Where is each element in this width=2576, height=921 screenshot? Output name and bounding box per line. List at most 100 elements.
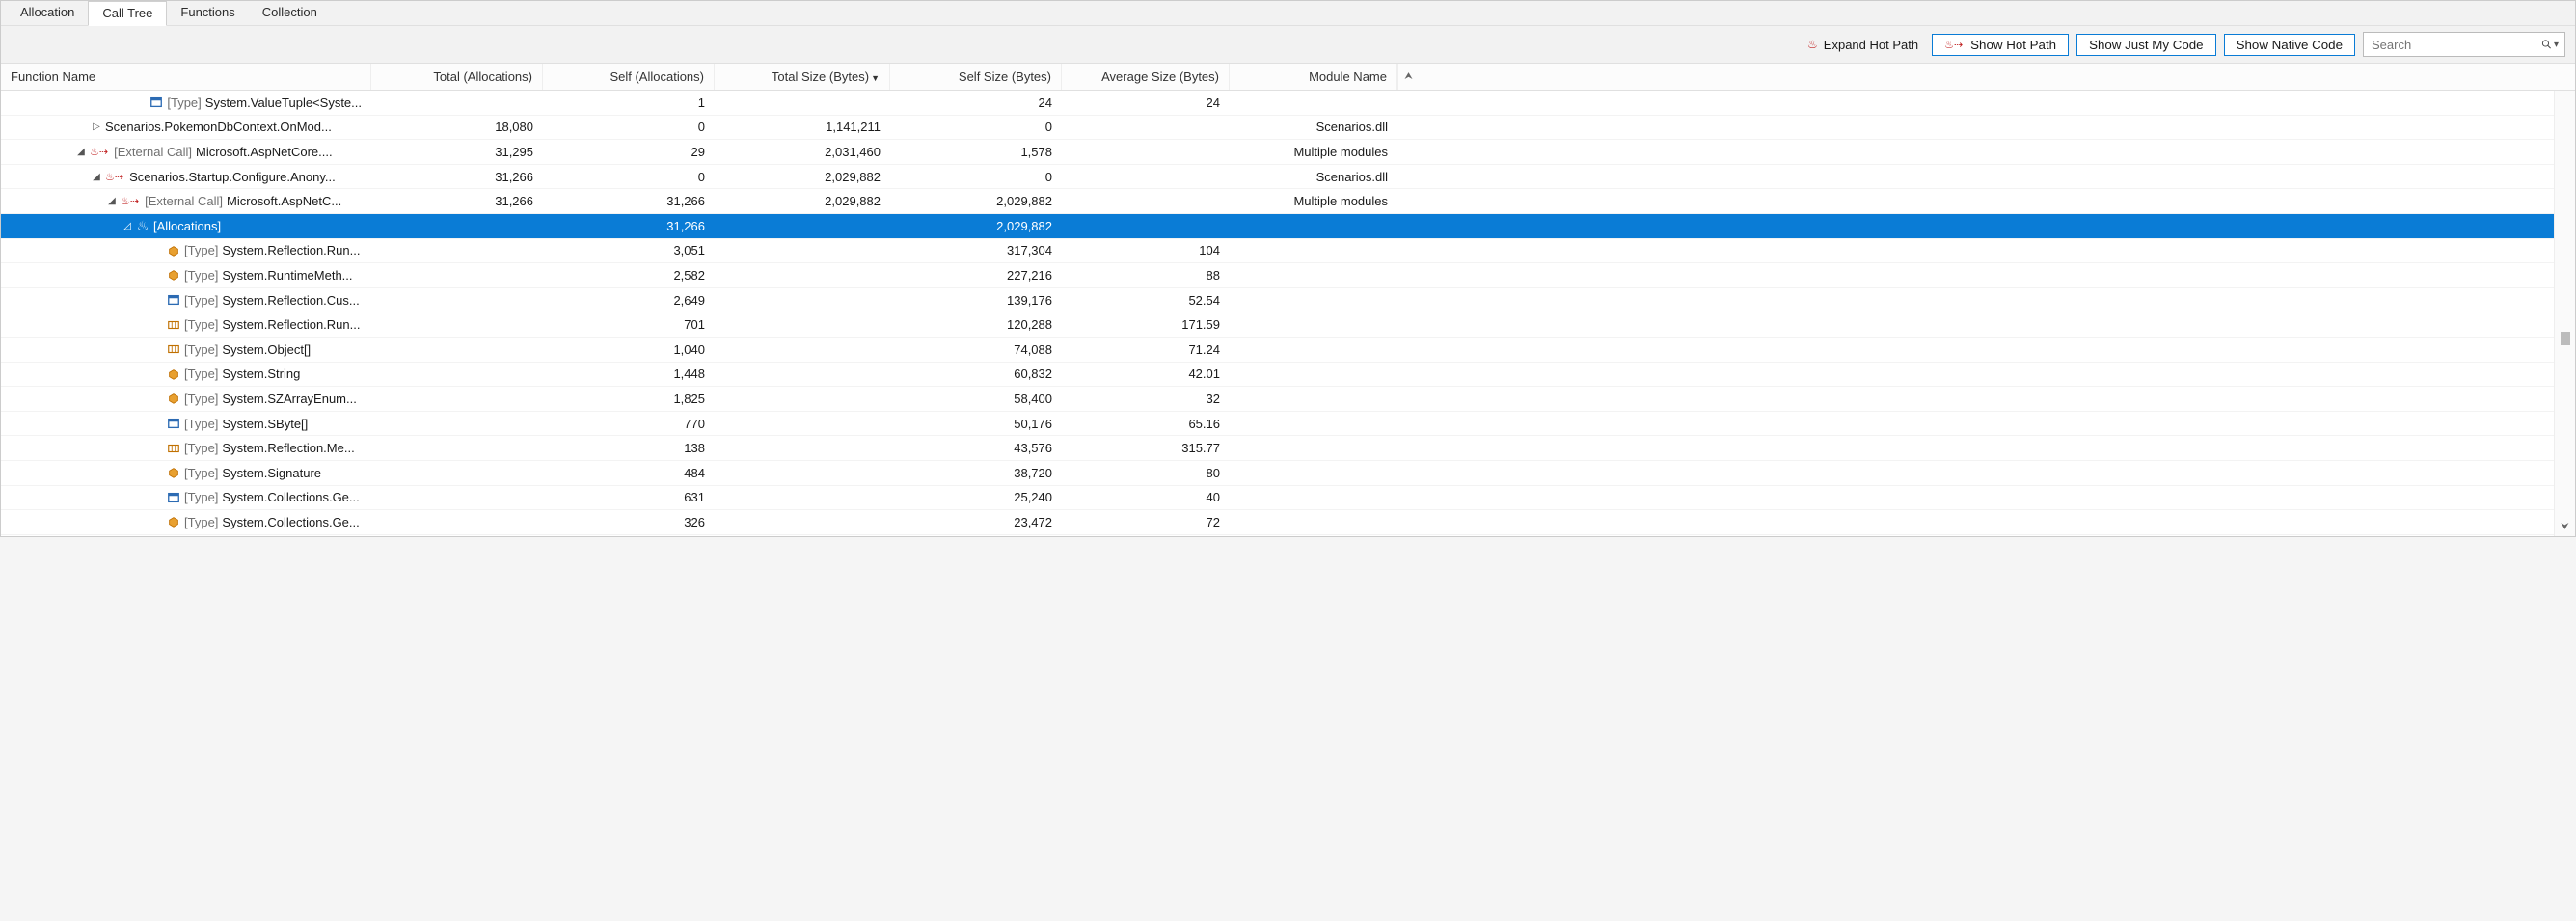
table-row[interactable]: ◢♨⇢Scenarios.Startup.Configure.Anony...3…: [1, 165, 2554, 190]
tab-call-tree[interactable]: Call Tree: [88, 1, 167, 26]
tab-allocation[interactable]: Allocation: [7, 1, 88, 25]
cell-total-size-bytes: 1,141,211: [715, 120, 890, 134]
struct-icon: [149, 95, 163, 109]
name-prefix: [External Call]: [145, 194, 223, 208]
cell-self-size-bytes: 43,576: [890, 441, 1062, 455]
table-row[interactable]: [Type] System.Reflection.Me...13843,5763…: [1, 436, 2554, 461]
cell-self-size-bytes: 1,578: [890, 145, 1062, 159]
table-row[interactable]: [Type] System.Collections.Ge...63125,240…: [1, 486, 2554, 511]
table-row[interactable]: ◢♨⇢[External Call] Microsoft.AspNetC...3…: [1, 189, 2554, 214]
table-row[interactable]: [Type] System.Reflection.Run...701120,28…: [1, 312, 2554, 338]
cell-self-size-bytes: 227,216: [890, 268, 1062, 283]
tree-expander[interactable]: ◢: [76, 147, 86, 157]
cell-self-size-bytes: 0: [890, 120, 1062, 134]
scroll-down-button[interactable]: ⮟: [2555, 517, 2575, 536]
name-prefix: [Type]: [184, 490, 218, 504]
cell-total-allocations: 18,080: [371, 120, 543, 134]
class-icon: [167, 515, 180, 528]
show-hot-path-button[interactable]: ♨⇢ Show Hot Path: [1932, 34, 2069, 56]
array-icon: [167, 318, 180, 332]
function-name-text: System.Signature: [222, 466, 321, 480]
table-row[interactable]: [Type] System.Collections.Ge...32623,472…: [1, 510, 2554, 535]
hot-path-icon: ♨⇢: [90, 146, 108, 158]
cell-self-size-bytes: 23,472: [890, 515, 1062, 529]
tab-functions[interactable]: Functions: [167, 1, 248, 25]
cell-function-name: [Type] System.SZArrayEnum...: [1, 392, 371, 406]
function-name-text: System.SZArrayEnum...: [222, 392, 356, 406]
rows-container: [Type] System.ValueTuple<Syste...12424▷S…: [1, 91, 2554, 536]
cell-average-size-bytes: 32: [1062, 392, 1230, 406]
cell-module-name: Multiple modules: [1230, 145, 1397, 159]
table-row[interactable]: [Type] System.SZArrayEnum...1,82558,4003…: [1, 387, 2554, 412]
cell-self-allocations: 1: [543, 95, 715, 110]
search-box[interactable]: ▾: [2363, 32, 2565, 57]
cell-function-name: [Type] System.Object[]: [1, 342, 371, 357]
cell-total-allocations: 31,266: [371, 170, 543, 184]
col-module-name[interactable]: Module Name: [1230, 64, 1397, 90]
cell-module-name: Scenarios.dll: [1230, 120, 1397, 134]
flame-icon: ♨: [136, 219, 149, 232]
table-row[interactable]: [Type] System.String1,44860,83242.01: [1, 363, 2554, 388]
chevron-down-icon[interactable]: ▾: [2554, 40, 2559, 50]
vertical-scrollbar[interactable]: ⮟: [2554, 91, 2575, 536]
name-prefix: [Type]: [184, 392, 218, 406]
scroll-up-header[interactable]: ⮝: [1397, 64, 1419, 90]
tree-expander[interactable]: ◢: [92, 172, 101, 182]
show-native-code-button[interactable]: Show Native Code: [2224, 34, 2355, 56]
cell-self-allocations: 1,448: [543, 366, 715, 381]
col-self-allocations[interactable]: Self (Allocations): [543, 64, 715, 90]
function-name-text: System.Object[]: [222, 342, 311, 357]
cell-self-size-bytes: 2,029,882: [890, 219, 1062, 233]
cell-total-allocations: 31,266: [371, 194, 543, 208]
cell-function-name: ◢♨⇢Scenarios.Startup.Configure.Anony...: [1, 170, 371, 184]
cell-self-size-bytes: 0: [890, 170, 1062, 184]
table-row[interactable]: ◿♨[Allocations]31,2662,029,882: [1, 214, 2554, 239]
col-total-size-bytes[interactable]: Total Size (Bytes)▼: [715, 64, 890, 90]
cell-self-allocations: 1,040: [543, 342, 715, 357]
cell-function-name: [Type] System.Collections.Ge...: [1, 490, 371, 504]
table-row[interactable]: [Type] System.ValueTuple<Syste...12424: [1, 91, 2554, 116]
class-icon: [167, 466, 180, 479]
function-name-text: System.ValueTuple<Syste...: [205, 95, 362, 110]
cell-average-size-bytes: 40: [1062, 490, 1230, 504]
cell-self-allocations: 31,266: [543, 194, 715, 208]
table-row[interactable]: [Type] System.Object[] 1,040 74,08871.24: [1, 338, 2554, 363]
table-row[interactable]: [Type] System.RuntimeMeth...2,582227,216…: [1, 263, 2554, 288]
cell-self-size-bytes: 74,088: [890, 342, 1062, 357]
col-total-size-bytes-label: Total Size (Bytes): [772, 69, 869, 84]
class-icon: [167, 244, 180, 257]
cell-average-size-bytes: 42.01: [1062, 366, 1230, 381]
function-name-text: Scenarios.PokemonDbContext.OnMod...: [105, 120, 332, 134]
function-name-text: [Allocations]: [153, 219, 221, 233]
sort-descending-icon: ▼: [871, 73, 880, 83]
scroll-thumb[interactable]: [2561, 332, 2570, 345]
show-just-my-code-button[interactable]: Show Just My Code: [2076, 34, 2216, 56]
cell-average-size-bytes: 71.24: [1062, 342, 1230, 357]
cell-self-allocations: 138: [543, 441, 715, 455]
col-average-size-bytes[interactable]: Average Size (Bytes): [1062, 64, 1230, 90]
tree-expander[interactable]: ▷: [92, 122, 101, 132]
expand-hot-path-link[interactable]: ♨ Expand Hot Path: [1807, 38, 1918, 52]
tree-expander[interactable]: ◢: [107, 196, 117, 206]
tab-collection[interactable]: Collection: [249, 1, 331, 25]
cell-self-allocations: 770: [543, 417, 715, 431]
tree-expander[interactable]: ◿: [122, 221, 132, 231]
table-row[interactable]: ▷ Scenarios.PokemonDbContext.OnMod... 18,0…: [1, 116, 2554, 141]
col-self-size-bytes[interactable]: Self Size (Bytes): [890, 64, 1062, 90]
col-total-allocations[interactable]: Total (Allocations): [371, 64, 543, 90]
cell-function-name: [Type] System.Signature: [1, 466, 371, 480]
array-icon: [167, 342, 180, 356]
name-prefix: [Type]: [184, 515, 218, 529]
cell-average-size-bytes: 52.54: [1062, 293, 1230, 308]
table-row[interactable]: [Type] System.Signature48438,72080: [1, 461, 2554, 486]
table-row[interactable]: [Type] System.SByte[]77050,17665.16: [1, 412, 2554, 437]
table-row[interactable]: ◢♨⇢[External Call] Microsoft.AspNetCore.…: [1, 140, 2554, 165]
name-prefix: [Type]: [184, 417, 218, 431]
col-function-name[interactable]: Function Name: [1, 64, 371, 90]
table-row[interactable]: [Type] System.Reflection.Cus...2,649139,…: [1, 288, 2554, 313]
class-icon: [167, 392, 180, 405]
cell-average-size-bytes: 24: [1062, 95, 1230, 110]
cell-function-name: ▷ Scenarios.PokemonDbContext.OnMod...: [1, 120, 371, 134]
search-input[interactable]: [2372, 38, 2541, 52]
table-row[interactable]: [Type] System.Reflection.Run...3,051317,…: [1, 239, 2554, 264]
